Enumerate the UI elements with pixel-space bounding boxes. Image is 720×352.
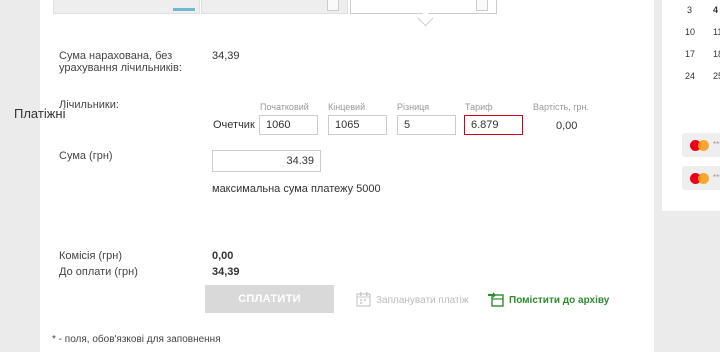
provider-tile[interactable] — [53, 0, 200, 14]
amount-input[interactable]: 34.39 — [212, 150, 321, 172]
document-icon — [327, 0, 339, 11]
payments-title: Платіжні — [14, 106, 66, 121]
max-amount-note: максимальна сума платежу 5000 — [212, 183, 381, 195]
provider-tile[interactable] — [201, 0, 348, 14]
accrued-value: 34,39 — [212, 50, 240, 62]
calendar-icon — [356, 291, 372, 310]
meter-name: Очетчик — [213, 119, 255, 131]
to-pay-label: До оплати (грн) — [59, 266, 138, 278]
commission-label: Комісія (грн) — [59, 250, 123, 262]
pay-button[interactable]: СПЛАТИТИ — [205, 285, 334, 313]
col-difference: Різниця — [397, 102, 430, 112]
calendar-day[interactable]: 17 — [685, 49, 695, 59]
col-final: Кінцевий — [328, 102, 366, 112]
calendar-day[interactable]: 24 — [685, 71, 695, 81]
card-masked-number: *** — [713, 173, 720, 182]
required-fields-note: * - поля, обов'язкові для заповнення — [52, 334, 221, 345]
schedule-payment-link[interactable]: Запланувати платіж — [356, 291, 469, 310]
mastercard-icon — [690, 140, 712, 151]
meter-difference-input[interactable]: 5 — [397, 115, 456, 135]
calendar-day[interactable]: 10 — [685, 27, 695, 37]
meter-initial-input[interactable]: 1060 — [259, 115, 318, 135]
accrued-label: Сума нарахована, без урахування лічильни… — [59, 50, 182, 74]
to-pay-value: 34,39 — [212, 266, 240, 278]
schedule-payment-label: Запланувати платіж — [376, 295, 469, 307]
calendar-day[interactable]: 25 — [713, 71, 720, 81]
col-cost: Вартість, грн. — [533, 102, 590, 112]
mastercard-icon — [690, 173, 712, 184]
meter-final-input[interactable]: 1065 — [328, 115, 387, 135]
archive-link[interactable]: Помістити до архіву — [487, 291, 609, 310]
saved-card[interactable]: *** — [682, 133, 720, 157]
meter-cost-value: 0,00 — [556, 120, 578, 132]
archive-label: Помістити до архіву — [509, 295, 610, 307]
commission-value: 0,00 — [212, 250, 234, 262]
document-icon — [476, 0, 488, 11]
archive-icon — [487, 291, 505, 310]
provider-tiles — [53, 0, 498, 16]
calendar-day[interactable]: 11 — [713, 27, 720, 37]
calendar-day[interactable]: 4 — [713, 5, 718, 15]
col-initial: Початковий — [260, 102, 309, 112]
meters-label: Лічильники: — [59, 99, 119, 111]
card-masked-number: *** — [713, 140, 720, 149]
provider-logo-icon — [173, 8, 195, 11]
calendar-day[interactable]: 18 — [713, 49, 720, 59]
saved-card[interactable]: *** — [682, 166, 720, 190]
meter-tariff-input[interactable]: 6.879 — [464, 115, 523, 135]
col-tariff: Тариф — [465, 102, 493, 112]
amount-label: Сума (грн) — [59, 150, 113, 162]
calendar-day[interactable]: 3 — [687, 5, 692, 15]
